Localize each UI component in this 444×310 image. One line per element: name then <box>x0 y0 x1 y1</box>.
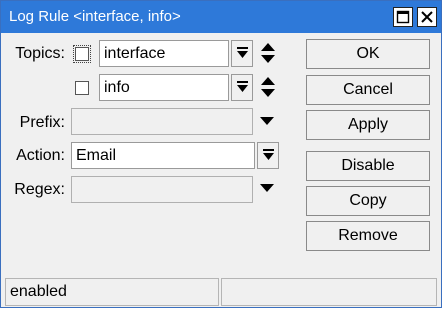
maximize-icon <box>396 10 410 24</box>
close-icon <box>421 11 433 23</box>
dropdown-arrow-icon <box>237 47 248 58</box>
dropdown-arrow-icon <box>237 81 248 92</box>
apply-button[interactable]: Apply <box>306 110 430 140</box>
ok-button[interactable]: OK <box>306 39 430 69</box>
cancel-button[interactable]: Cancel <box>306 75 430 105</box>
dropdown-arrow-icon <box>263 149 274 160</box>
topics-1-add-remove-arrows-icon[interactable] <box>260 42 276 64</box>
topics-1-field[interactable]: interface <box>99 40 229 67</box>
maximize-button[interactable] <box>393 7 413 27</box>
topics-1-negate-checkbox[interactable] <box>73 45 91 63</box>
prefix-dropdown-arrow-icon[interactable] <box>260 117 274 127</box>
status-extra <box>221 278 437 306</box>
copy-button[interactable]: Copy <box>306 186 430 216</box>
status-bar: enabled <box>5 278 437 306</box>
action-dropdown-button[interactable] <box>257 142 279 169</box>
topics-2-negate-checkbox[interactable] <box>75 81 89 95</box>
prefix-label: Prefix: <box>19 114 65 131</box>
regex-dropdown-arrow-icon[interactable] <box>260 184 274 194</box>
topics-2-add-remove-arrows-icon[interactable] <box>260 76 276 98</box>
topics-1-dropdown-button[interactable] <box>231 40 253 67</box>
topics-2-dropdown-button[interactable] <box>231 74 253 101</box>
topics-2-field[interactable]: info <box>99 74 229 101</box>
window-title: Log Rule <interface, info> <box>9 8 181 25</box>
action-select[interactable]: Email <box>71 142 255 169</box>
topics-label: Topics: <box>15 45 65 62</box>
regex-field[interactable] <box>71 176 253 203</box>
action-label: Action: <box>16 147 65 164</box>
status-state: enabled <box>5 278 219 306</box>
log-rule-dialog: Log Rule <interface, info> Topics: inter… <box>0 0 442 308</box>
regex-label: Regex: <box>14 181 65 198</box>
close-button[interactable] <box>417 7 437 27</box>
disable-button[interactable]: Disable <box>306 151 430 181</box>
remove-button[interactable]: Remove <box>306 221 430 251</box>
prefix-field[interactable] <box>71 108 253 135</box>
title-bar[interactable]: Log Rule <interface, info> <box>1 1 441 33</box>
